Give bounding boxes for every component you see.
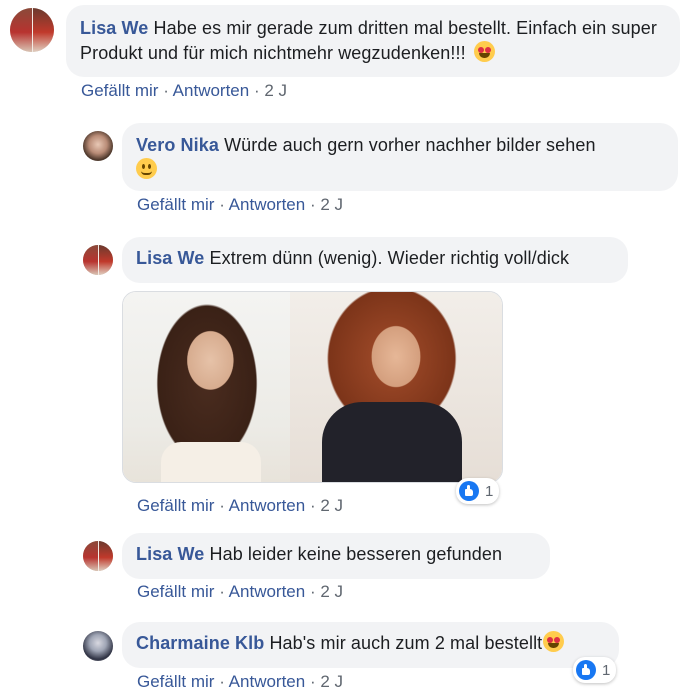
avatar-lisa-we[interactable] [83, 245, 113, 275]
comment-actions: Gefällt mir · Antworten · 2 J [81, 81, 288, 100]
comment-bubble: Lisa We Hab leider keine besseren gefund… [122, 533, 550, 579]
timestamp[interactable]: 2 J [264, 81, 287, 100]
timestamp[interactable]: 2 J [320, 582, 343, 601]
like-link[interactable]: Gefällt mir [137, 496, 214, 515]
comment-text: Hab's mir auch zum 2 mal bestellt [269, 633, 543, 653]
heart-eyes-emoji [473, 41, 495, 62]
like-reaction-icon [576, 660, 596, 680]
reply-link[interactable]: Antworten [229, 496, 306, 515]
like-link[interactable]: Gefällt mir [137, 672, 214, 691]
reply-link[interactable]: Antworten [229, 672, 306, 691]
smiling-emoji [136, 158, 157, 179]
comment-author[interactable]: Vero Nika [136, 135, 219, 155]
comment-author[interactable]: Lisa We [136, 544, 204, 564]
timestamp[interactable]: 2 J [320, 496, 343, 515]
comment-bubble: Charmaine Klb Hab's mir auch zum 2 mal b… [122, 622, 619, 668]
like-link[interactable]: Gefällt mir [137, 195, 214, 214]
like-link[interactable]: Gefällt mir [81, 81, 158, 100]
reply-link[interactable]: Antworten [229, 582, 306, 601]
comment-text: Extrem dünn (wenig). Wieder richtig voll… [209, 248, 570, 268]
reply-link[interactable]: Antworten [229, 195, 306, 214]
comment-actions: Gefällt mir · Antworten · 2 J [137, 496, 344, 515]
timestamp[interactable]: 2 J [320, 672, 343, 691]
comment-actions: Gefällt mir · Antworten · 2 J [137, 195, 344, 214]
like-reaction-icon [459, 481, 479, 501]
like-link[interactable]: Gefällt mir [137, 582, 214, 601]
heart-eyes-emoji [543, 631, 565, 652]
reaction-count[interactable]: 1 [573, 657, 617, 683]
comment-bubble: Lisa We Habe es mir gerade zum dritten m… [66, 5, 680, 77]
timestamp[interactable]: 2 J [320, 195, 343, 214]
comment-author[interactable]: Lisa We [80, 18, 148, 38]
avatar-lisa-we[interactable] [83, 541, 113, 571]
avatar-lisa-we[interactable] [10, 8, 54, 52]
comment-text: Hab leider keine besseren gefunden [209, 544, 503, 564]
reaction-count[interactable]: 1 [456, 478, 500, 504]
comment-text: Habe es mir gerade zum dritten mal beste… [80, 18, 657, 63]
comment-bubble: Lisa We Extrem dünn (wenig). Wieder rich… [122, 237, 628, 283]
avatar-charmaine-klb[interactable] [83, 631, 113, 661]
before-photo [123, 292, 291, 482]
comment-text: Würde auch gern vorher nachher bilder se… [224, 135, 596, 155]
after-photo [290, 292, 502, 482]
comment-bubble: Vero Nika Würde auch gern vorher nachher… [122, 123, 678, 191]
reply-link[interactable]: Antworten [173, 81, 250, 100]
comment-photo-attachment[interactable] [122, 291, 503, 483]
avatar-vero-nika[interactable] [83, 131, 113, 161]
comment-author[interactable]: Lisa We [136, 248, 204, 268]
comment-actions: Gefällt mir · Antworten · 2 J [137, 582, 344, 601]
comment-actions: Gefällt mir · Antworten · 2 J [137, 672, 344, 691]
comment-author[interactable]: Charmaine Klb [136, 633, 264, 653]
